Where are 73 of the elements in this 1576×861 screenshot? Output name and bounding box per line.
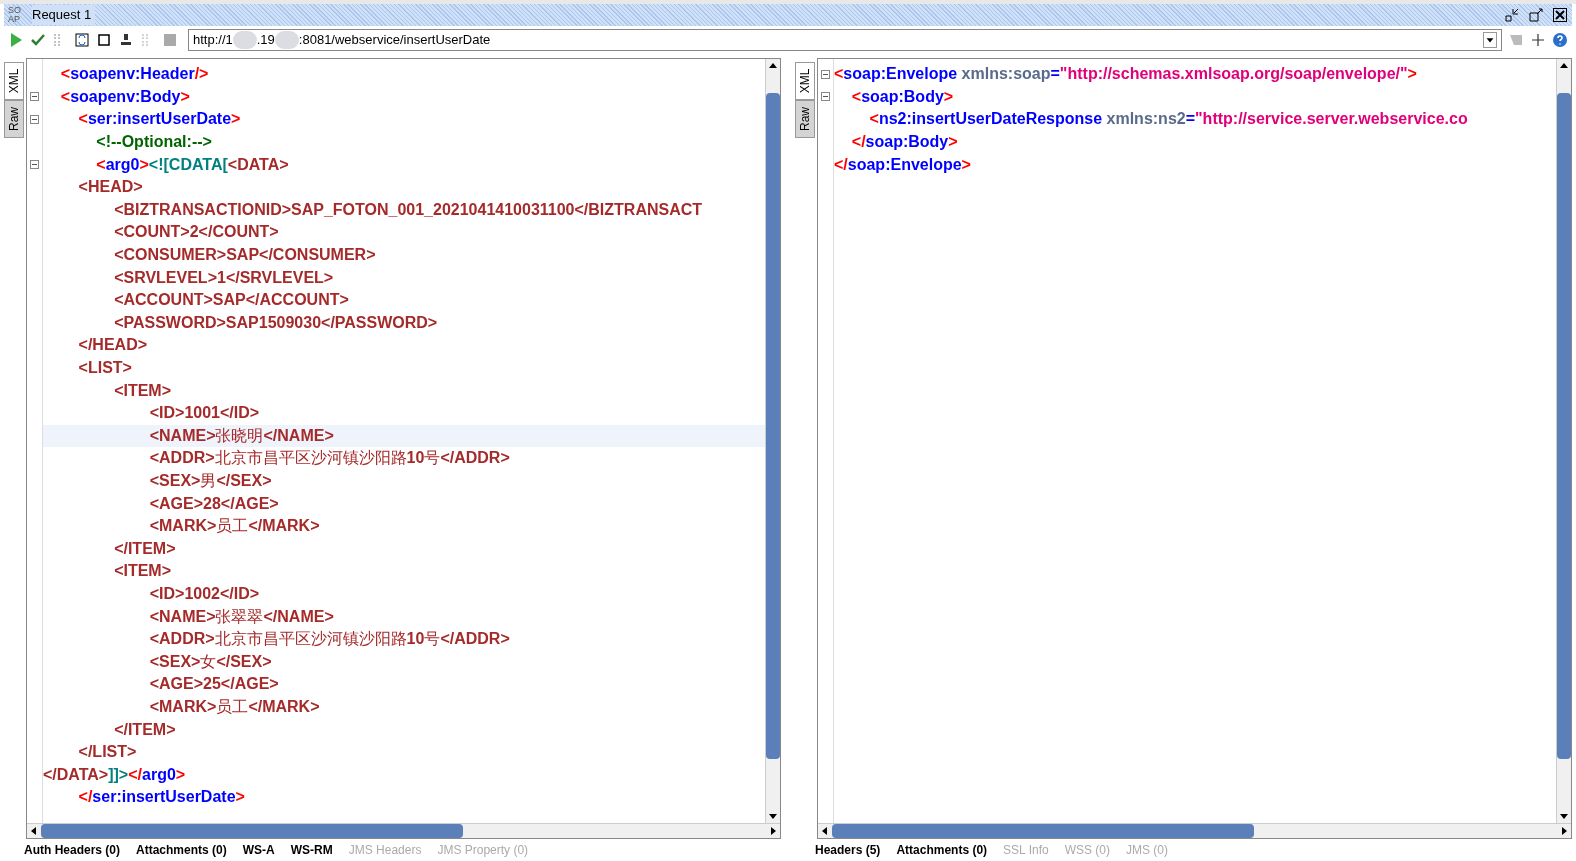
window-title: Request 1 xyxy=(32,5,96,25)
code-line: <ADDR>北京市昌平区沙河镇沙阳路10号</ADDR> xyxy=(148,629,510,650)
code-line: <SRVLEVEL>1</SRVLEVEL> xyxy=(113,267,334,288)
code-line: <COUNT>2</COUNT> xyxy=(113,222,279,243)
side-tab[interactable]: XML xyxy=(4,62,24,100)
close-icon[interactable] xyxy=(1552,7,1568,23)
code-line: </soap:Envelope> xyxy=(834,154,971,175)
fold-toggle[interactable] xyxy=(30,92,39,102)
refresh-icon[interactable] xyxy=(74,32,90,48)
code-line: <NAME>张翠翠</NAME> xyxy=(148,606,334,627)
code-line: </HEAD> xyxy=(77,335,148,356)
code-line: <MARK>员工</MARK> xyxy=(148,516,320,537)
play-icon[interactable] xyxy=(8,32,24,48)
code-line: <HEAD> xyxy=(77,177,143,198)
fold-toggle[interactable] xyxy=(821,69,830,79)
square-icon[interactable] xyxy=(96,32,112,48)
code-line: <ser:insertUserDate> xyxy=(77,109,241,130)
code-line: <BIZTRANSACTIONID>SAP_FOTON_001_2021041410031100</BIZTRANSACT xyxy=(113,199,703,220)
restore-icon[interactable] xyxy=(1504,7,1520,23)
bottom-tab[interactable]: WS-RM xyxy=(290,843,333,861)
code-line: <ITEM> xyxy=(113,561,172,582)
code-line: <!--Optional:--> xyxy=(95,132,212,153)
bottom-tab[interactable]: Auth Headers (0) xyxy=(24,843,121,861)
bottom-tab[interactable]: WS-A xyxy=(242,843,275,861)
code-line: <arg0><![CDATA[<DATA> xyxy=(95,154,289,175)
side-tab[interactable]: Raw xyxy=(4,100,24,138)
code-line: </ser:insertUserDate> xyxy=(77,787,245,808)
dropdown-caret-icon[interactable] xyxy=(1483,32,1497,48)
vertical-scrollbar[interactable] xyxy=(1556,59,1571,823)
code-line: <SEX>男</SEX> xyxy=(148,471,272,491)
horizontal-scrollbar[interactable] xyxy=(27,823,780,838)
code-line: <soap:Envelope xmlns:soap="http://schemas.xmlsoap.org/soap/envelope/"> xyxy=(834,64,1417,85)
code-line: </ITEM> xyxy=(113,538,176,559)
blurred-region xyxy=(232,31,257,49)
fold-toggle[interactable] xyxy=(30,115,39,124)
code-line: <NAME>张晓明</NAME> xyxy=(148,425,334,446)
code-line: </soap:Body> xyxy=(850,132,958,153)
code-line: </DATA>]]></arg0> xyxy=(43,764,186,785)
fold-toggle[interactable] xyxy=(821,92,830,102)
code-line: <CONSUMER>SAP</CONSUMER> xyxy=(113,245,376,266)
code-line: <LIST> xyxy=(77,358,132,378)
code-line: <MARK>员工</MARK> xyxy=(148,696,320,717)
code-line: <AGE>28</AGE> xyxy=(148,493,279,514)
code-line: <soapenv:Body> xyxy=(59,86,190,107)
code-line: <soap:Body> xyxy=(850,86,954,107)
code-line: <ID>1002</ID> xyxy=(148,583,260,604)
code-line: <ns2:insertUserDateResponse xmlns:ns2="http://service.server.webservice.co xyxy=(868,109,1468,130)
code-line: </LIST> xyxy=(77,742,137,763)
detach-icon[interactable] xyxy=(1528,7,1544,23)
bottom-tab[interactable]: Attachments (0) xyxy=(136,843,227,861)
code-line: <ID>1001</ID> xyxy=(148,403,260,424)
code-line: <PASSWORD>SAP1509030</PASSWORD> xyxy=(113,312,438,333)
horizontal-scrollbar[interactable] xyxy=(818,823,1571,838)
check-icon[interactable] xyxy=(30,32,46,48)
code-line: <ITEM> xyxy=(113,380,172,401)
soap-label: SO AP xyxy=(8,6,22,24)
plus-icon[interactable] xyxy=(1530,32,1546,48)
side-tab[interactable]: XML xyxy=(795,62,815,100)
code-line: </ITEM> xyxy=(113,719,176,740)
vertical-scrollbar[interactable] xyxy=(765,59,780,823)
side-tab[interactable]: Raw xyxy=(795,100,815,138)
code-line: <ACCOUNT>SAP</ACCOUNT> xyxy=(113,290,349,311)
bottom-tab[interactable]: Attachments (0) xyxy=(896,843,988,861)
fold-toggle[interactable] xyxy=(30,160,39,170)
code-line: <AGE>25</AGE> xyxy=(148,674,279,695)
blurred-region xyxy=(274,31,299,49)
code-line: <SEX>女</SEX> xyxy=(148,651,272,672)
url-field[interactable]: http://1 .19 :8081/webservice/insertUserDate xyxy=(188,29,1502,51)
code-line: <ADDR>北京市昌平区沙河镇沙阳路10号</ADDR> xyxy=(148,448,510,469)
bottom-tab[interactable]: Headers (5) xyxy=(815,843,881,861)
help-icon[interactable] xyxy=(1552,32,1568,48)
code-line: <soapenv:Header/> xyxy=(59,64,209,85)
stamp-icon[interactable] xyxy=(118,32,134,48)
